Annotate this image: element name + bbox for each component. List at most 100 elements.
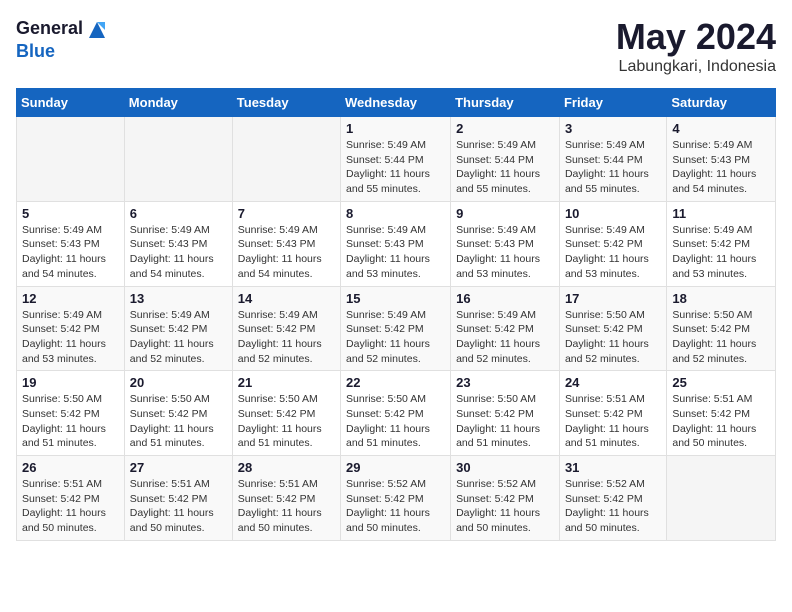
header-sunday: Sunday — [17, 89, 125, 117]
calendar-cell: 2 Sunrise: 5:49 AMSunset: 5:44 PMDaylight… — [451, 117, 560, 202]
header-saturday: Saturday — [667, 89, 776, 117]
calendar-cell: 22Sunrise: 5:50 AMSunset: 5:42 PMDayligh… — [341, 371, 451, 456]
day-info: Sunrise: 5:49 AMSunset: 5:43 PMDaylight:… — [22, 223, 119, 282]
location: Labungkari, Indonesia — [616, 58, 776, 76]
header-tuesday: Tuesday — [232, 89, 340, 117]
day-info: Sunrise: 5:51 AMSunset: 5:42 PMDaylight:… — [238, 477, 335, 536]
logo: General Blue — [16, 16, 109, 62]
day-number: 15 — [346, 291, 445, 306]
day-number: 27 — [130, 460, 227, 475]
day-info: Sunrise: 5:49 AMSunset: 5:43 PMDaylight:… — [346, 223, 445, 282]
day-info: Sunrise: 5:49 AMSunset: 5:42 PMDaylight:… — [238, 308, 335, 367]
calendar-cell: 14Sunrise: 5:49 AMSunset: 5:42 PMDayligh… — [232, 286, 340, 371]
calendar-cell: 13 Sunrise: 5:49 AMSunset: 5:42 PMDayligh… — [124, 286, 232, 371]
calendar-cell: 31 Sunrise: 5:52 AMSunset: 5:42 PMDayligh… — [559, 456, 666, 541]
day-number: 26 — [22, 460, 119, 475]
calendar-cell: 25 Sunrise: 5:51 AMSunset: 5:42 PMDayligh… — [667, 371, 776, 456]
day-number: 13 — [130, 291, 227, 306]
day-number: 25 — [672, 375, 770, 390]
day-number: 1 — [346, 121, 445, 136]
calendar-week-4: 19Sunrise: 5:50 AMSunset: 5:42 PMDayligh… — [17, 371, 776, 456]
header-thursday: Thursday — [451, 89, 560, 117]
month-year: May 2024 — [616, 16, 776, 58]
day-number: 18 — [672, 291, 770, 306]
calendar-cell: 16Sunrise: 5:49 AMSunset: 5:42 PMDayligh… — [451, 286, 560, 371]
day-info: Sunrise: 5:49 AMSunset: 5:43 PMDaylight:… — [672, 138, 770, 197]
day-number: 9 — [456, 206, 554, 221]
calendar-cell — [667, 456, 776, 541]
day-number: 17 — [565, 291, 661, 306]
calendar-cell: 7Sunrise: 5:49 AMSunset: 5:43 PMDaylight… — [232, 201, 340, 286]
day-info: Sunrise: 5:49 AMSunset: 5:42 PMDaylight:… — [456, 308, 554, 367]
calendar-cell — [17, 117, 125, 202]
calendar-cell: 6 Sunrise: 5:49 AMSunset: 5:43 PMDaylight… — [124, 201, 232, 286]
day-number: 20 — [130, 375, 227, 390]
calendar-cell: 19Sunrise: 5:50 AMSunset: 5:42 PMDayligh… — [17, 371, 125, 456]
day-number: 6 — [130, 206, 227, 221]
day-info: Sunrise: 5:51 AMSunset: 5:42 PMDaylight:… — [672, 392, 770, 451]
day-info: Sunrise: 5:49 AMSunset: 5:42 PMDaylight:… — [565, 223, 661, 282]
day-info: Sunrise: 5:49 AMSunset: 5:43 PMDaylight:… — [456, 223, 554, 282]
calendar-cell: 18 Sunrise: 5:50 AMSunset: 5:42 PMDayligh… — [667, 286, 776, 371]
logo-blue: Blue — [16, 42, 109, 62]
header-monday: Monday — [124, 89, 232, 117]
calendar-cell: 26 Sunrise: 5:51 AMSunset: 5:42 PMDayligh… — [17, 456, 125, 541]
calendar-cell: 27 Sunrise: 5:51 AMSunset: 5:42 PMDayligh… — [124, 456, 232, 541]
day-number: 23 — [456, 375, 554, 390]
day-info: Sunrise: 5:51 AMSunset: 5:42 PMDaylight:… — [130, 477, 227, 536]
day-number: 29 — [346, 460, 445, 475]
day-info: Sunrise: 5:51 AMSunset: 5:42 PMDaylight:… — [565, 392, 661, 451]
calendar-week-2: 5 Sunrise: 5:49 AMSunset: 5:43 PMDaylight… — [17, 201, 776, 286]
day-info: Sunrise: 5:52 AMSunset: 5:42 PMDaylight:… — [456, 477, 554, 536]
title-area: May 2024 Labungkari, Indonesia — [616, 16, 776, 76]
day-info: Sunrise: 5:50 AMSunset: 5:42 PMDaylight:… — [672, 308, 770, 367]
calendar-cell — [232, 117, 340, 202]
calendar-cell: 29 Sunrise: 5:52 AMSunset: 5:42 PMDayligh… — [341, 456, 451, 541]
day-number: 8 — [346, 206, 445, 221]
calendar-cell: 15 Sunrise: 5:49 AMSunset: 5:42 PMDayligh… — [341, 286, 451, 371]
day-info: Sunrise: 5:49 AMSunset: 5:42 PMDaylight:… — [346, 308, 445, 367]
day-info: Sunrise: 5:49 AMSunset: 5:42 PMDaylight:… — [130, 308, 227, 367]
day-info: Sunrise: 5:52 AMSunset: 5:42 PMDaylight:… — [565, 477, 661, 536]
calendar-cell: 5 Sunrise: 5:49 AMSunset: 5:43 PMDaylight… — [17, 201, 125, 286]
calendar-cell: 4 Sunrise: 5:49 AMSunset: 5:43 PMDaylight… — [667, 117, 776, 202]
day-number: 28 — [238, 460, 335, 475]
calendar-cell: 10 Sunrise: 5:49 AMSunset: 5:42 PMDayligh… — [559, 201, 666, 286]
day-info: Sunrise: 5:49 AMSunset: 5:42 PMDaylight:… — [22, 308, 119, 367]
calendar-week-5: 26 Sunrise: 5:51 AMSunset: 5:42 PMDayligh… — [17, 456, 776, 541]
day-number: 3 — [565, 121, 661, 136]
day-info: Sunrise: 5:49 AMSunset: 5:44 PMDaylight:… — [565, 138, 661, 197]
day-number: 21 — [238, 375, 335, 390]
day-number: 2 — [456, 121, 554, 136]
calendar-cell: 3 Sunrise: 5:49 AMSunset: 5:44 PMDaylight… — [559, 117, 666, 202]
day-info: Sunrise: 5:49 AMSunset: 5:42 PMDaylight:… — [672, 223, 770, 282]
calendar-cell — [124, 117, 232, 202]
day-number: 10 — [565, 206, 661, 221]
day-number: 12 — [22, 291, 119, 306]
day-info: Sunrise: 5:49 AMSunset: 5:43 PMDaylight:… — [130, 223, 227, 282]
calendar-table: Sunday Monday Tuesday Wednesday Thursday… — [16, 88, 776, 541]
day-info: Sunrise: 5:49 AMSunset: 5:43 PMDaylight:… — [238, 223, 335, 282]
day-number: 22 — [346, 375, 445, 390]
day-info: Sunrise: 5:50 AMSunset: 5:42 PMDaylight:… — [456, 392, 554, 451]
day-number: 4 — [672, 121, 770, 136]
calendar-cell: 9 Sunrise: 5:49 AMSunset: 5:43 PMDaylight… — [451, 201, 560, 286]
page-header: General Blue May 2024 Labungkari, Indone… — [16, 16, 776, 76]
calendar-cell: 12 Sunrise: 5:49 AMSunset: 5:42 PMDayligh… — [17, 286, 125, 371]
day-number: 24 — [565, 375, 661, 390]
day-info: Sunrise: 5:50 AMSunset: 5:42 PMDaylight:… — [130, 392, 227, 451]
calendar-week-1: 1 Sunrise: 5:49 AMSunset: 5:44 PMDaylight… — [17, 117, 776, 202]
calendar-cell: 28 Sunrise: 5:51 AMSunset: 5:42 PMDayligh… — [232, 456, 340, 541]
day-info: Sunrise: 5:50 AMSunset: 5:42 PMDaylight:… — [565, 308, 661, 367]
day-info: Sunrise: 5:49 AMSunset: 5:44 PMDaylight:… — [456, 138, 554, 197]
day-number: 5 — [22, 206, 119, 221]
day-info: Sunrise: 5:50 AMSunset: 5:42 PMDaylight:… — [238, 392, 335, 451]
calendar-cell: 1Sunrise: 5:49 AMSunset: 5:44 PMDaylight… — [341, 117, 451, 202]
day-number: 31 — [565, 460, 661, 475]
calendar-cell: 8 Sunrise: 5:49 AMSunset: 5:43 PMDaylight… — [341, 201, 451, 286]
day-number: 11 — [672, 206, 770, 221]
day-info: Sunrise: 5:51 AMSunset: 5:42 PMDaylight:… — [22, 477, 119, 536]
calendar-header-row: Sunday Monday Tuesday Wednesday Thursday… — [17, 89, 776, 117]
day-info: Sunrise: 5:52 AMSunset: 5:42 PMDaylight:… — [346, 477, 445, 536]
day-number: 30 — [456, 460, 554, 475]
